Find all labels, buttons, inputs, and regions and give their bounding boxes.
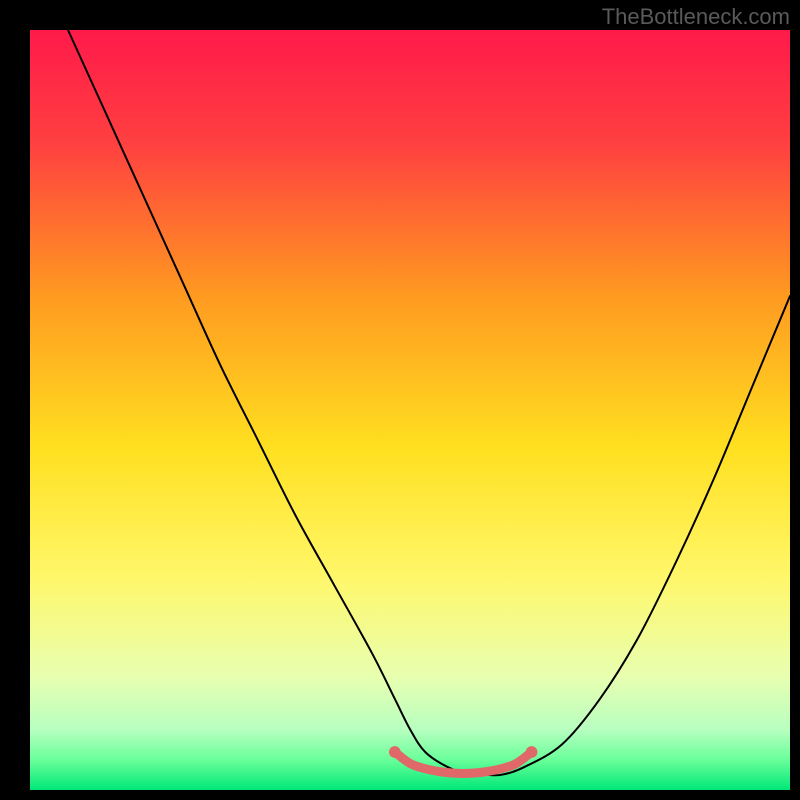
optimal-zone-end-dot	[526, 746, 538, 758]
chart-plot-area	[30, 30, 790, 790]
watermark-text: TheBottleneck.com	[602, 4, 790, 30]
chart-svg	[30, 30, 790, 790]
optimal-zone-end-dot	[389, 746, 401, 758]
chart-background	[30, 30, 790, 790]
